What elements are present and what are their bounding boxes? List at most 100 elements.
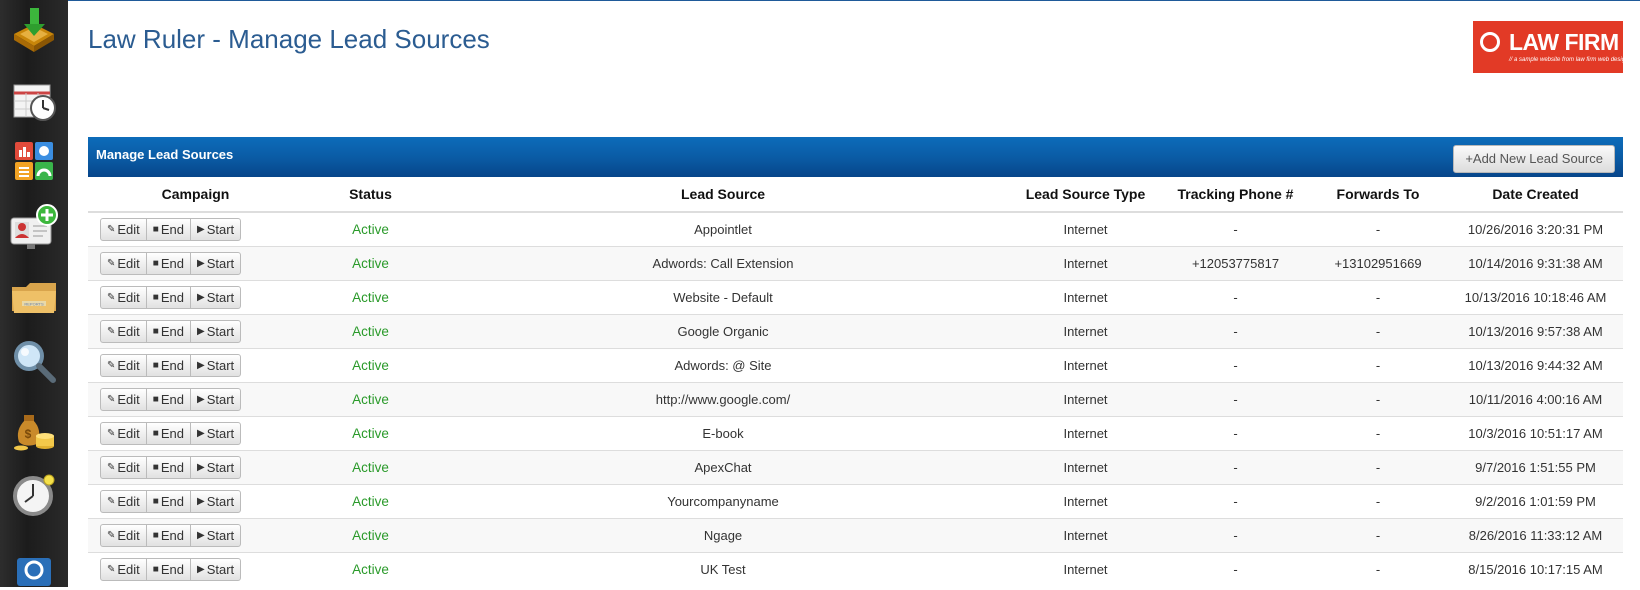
edit-label: Edit	[117, 358, 140, 373]
campaign-button-group: ✎ Edit ■ End ▶ Start	[100, 558, 242, 581]
start-button[interactable]: ▶ Start	[189, 558, 242, 581]
tracking-phone-cell: -	[1163, 348, 1308, 383]
lead-source-type-cell: Internet	[1008, 416, 1163, 451]
end-button[interactable]: ■ End	[145, 558, 191, 581]
start-button[interactable]: ▶ Start	[189, 320, 242, 343]
status-cell: Active	[303, 280, 438, 315]
start-label: Start	[206, 426, 235, 441]
page-title: Law Ruler - Manage Lead Sources	[88, 24, 490, 54]
svg-text:REPORTS: REPORTS	[24, 302, 44, 307]
stop-icon: ■	[152, 292, 159, 303]
edit-button[interactable]: ✎ Edit	[100, 388, 147, 411]
col-header-campaign[interactable]: Campaign	[88, 177, 303, 213]
edit-button[interactable]: ✎ Edit	[100, 252, 147, 275]
col-header-status[interactable]: Status	[303, 177, 438, 213]
edit-button[interactable]: ✎ Edit	[100, 218, 147, 241]
start-button[interactable]: ▶ Start	[189, 456, 242, 479]
end-button[interactable]: ■ End	[145, 286, 191, 309]
campaign-button-group: ✎ Edit ■ End ▶ Start	[100, 286, 242, 309]
table-row: ✎ Edit ■ End ▶ Start Active http://www.goog…	[88, 382, 1623, 417]
edit-button[interactable]: ✎ Edit	[100, 558, 147, 581]
end-button[interactable]: ■ End	[145, 524, 191, 547]
edit-button[interactable]: ✎ Edit	[100, 490, 147, 513]
edit-label: Edit	[117, 460, 140, 475]
stop-icon: ■	[152, 428, 159, 439]
edit-label: Edit	[117, 528, 140, 543]
start-label: Start	[206, 324, 235, 339]
sidebar: REPORTS $	[0, 0, 68, 587]
lead-source-cell: Website - Default	[438, 280, 1008, 315]
date-created-cell: 9/2/2016 1:01:59 PM	[1448, 484, 1623, 519]
dashboard-apps-icon[interactable]	[8, 136, 60, 186]
add-contact-icon[interactable]	[8, 202, 60, 252]
date-created-cell: 9/7/2016 1:51:55 PM	[1448, 450, 1623, 485]
stop-icon: ■	[152, 564, 159, 575]
col-header-tracking-phone[interactable]: Tracking Phone #	[1163, 177, 1308, 213]
start-button[interactable]: ▶ Start	[189, 286, 242, 309]
play-icon: ▶	[196, 258, 205, 269]
reports-folder-icon[interactable]: REPORTS	[8, 272, 60, 322]
end-button[interactable]: ■ End	[145, 388, 191, 411]
forwards-to-cell: -	[1308, 280, 1448, 315]
stop-icon: ■	[152, 496, 159, 507]
date-created-cell: 10/13/2016 10:18:46 AM	[1448, 280, 1623, 315]
end-button[interactable]: ■ End	[145, 320, 191, 343]
play-icon: ▶	[196, 394, 205, 405]
table-header-row: Campaign Status Lead Source Lead Source …	[88, 177, 1623, 213]
money-bags-icon[interactable]: $	[8, 404, 60, 454]
law-firm-logo[interactable]: LAW FIRM // a sample website from law fi…	[1473, 21, 1628, 73]
start-label: Start	[206, 358, 235, 373]
campaign-button-group: ✎ Edit ■ End ▶ Start	[100, 320, 242, 343]
table-row: ✎ Edit ■ End ▶ Start Active Google Organic …	[88, 314, 1623, 349]
end-button[interactable]: ■ End	[145, 456, 191, 479]
clock-icon[interactable]	[8, 470, 60, 520]
search-icon[interactable]	[8, 336, 60, 386]
calendar-clock-icon[interactable]	[8, 76, 60, 126]
start-button[interactable]: ▶ Start	[189, 388, 242, 411]
status-cell: Active	[303, 484, 438, 519]
end-label: End	[160, 392, 184, 407]
campaign-cell: ✎ Edit ■ End ▶ Start	[88, 450, 303, 485]
end-button[interactable]: ■ End	[145, 252, 191, 275]
start-button[interactable]: ▶ Start	[189, 422, 242, 445]
edit-button[interactable]: ✎ Edit	[100, 320, 147, 343]
edit-button[interactable]: ✎ Edit	[100, 456, 147, 479]
tracking-phone-cell: -	[1163, 484, 1308, 519]
lead-source-cell: Yourcompanyname	[438, 484, 1008, 519]
panel-title: Manage Lead Sources	[96, 147, 234, 162]
add-new-lead-source-button[interactable]: +Add New Lead Source	[1453, 145, 1615, 173]
end-button[interactable]: ■ End	[145, 218, 191, 241]
start-button[interactable]: ▶ Start	[189, 354, 242, 377]
col-header-date-created[interactable]: Date Created	[1448, 177, 1623, 213]
start-button[interactable]: ▶ Start	[189, 252, 242, 275]
end-label: End	[160, 460, 184, 475]
start-button[interactable]: ▶ Start	[189, 490, 242, 513]
col-header-forwards-to[interactable]: Forwards To	[1308, 177, 1448, 213]
forwards-to-cell: +13102951669	[1308, 246, 1448, 281]
start-label: Start	[206, 494, 235, 509]
lead-source-type-cell: Internet	[1008, 314, 1163, 349]
edit-label: Edit	[117, 290, 140, 305]
start-button[interactable]: ▶ Start	[189, 524, 242, 547]
campaign-cell: ✎ Edit ■ End ▶ Start	[88, 552, 303, 586]
end-label: End	[160, 494, 184, 509]
campaign-cell: ✎ Edit ■ End ▶ Start	[88, 518, 303, 553]
end-button[interactable]: ■ End	[145, 354, 191, 377]
col-header-lead-source-type[interactable]: Lead Source Type	[1008, 177, 1163, 213]
inbox-download-icon[interactable]	[8, 4, 60, 54]
start-label: Start	[206, 222, 235, 237]
edit-button[interactable]: ✎ Edit	[100, 354, 147, 377]
start-button[interactable]: ▶ Start	[189, 218, 242, 241]
col-header-lead-source[interactable]: Lead Source	[438, 177, 1008, 213]
email-icon[interactable]	[8, 540, 60, 590]
tracking-phone-cell: -	[1163, 416, 1308, 451]
end-button[interactable]: ■ End	[145, 422, 191, 445]
edit-button[interactable]: ✎ Edit	[100, 524, 147, 547]
end-button[interactable]: ■ End	[145, 490, 191, 513]
play-icon: ▶	[196, 462, 205, 473]
date-created-cell: 10/11/2016 4:00:16 AM	[1448, 382, 1623, 417]
lead-source-cell: Google Organic	[438, 314, 1008, 349]
edit-button[interactable]: ✎ Edit	[100, 422, 147, 445]
edit-button[interactable]: ✎ Edit	[100, 286, 147, 309]
tracking-phone-cell: -	[1163, 450, 1308, 485]
